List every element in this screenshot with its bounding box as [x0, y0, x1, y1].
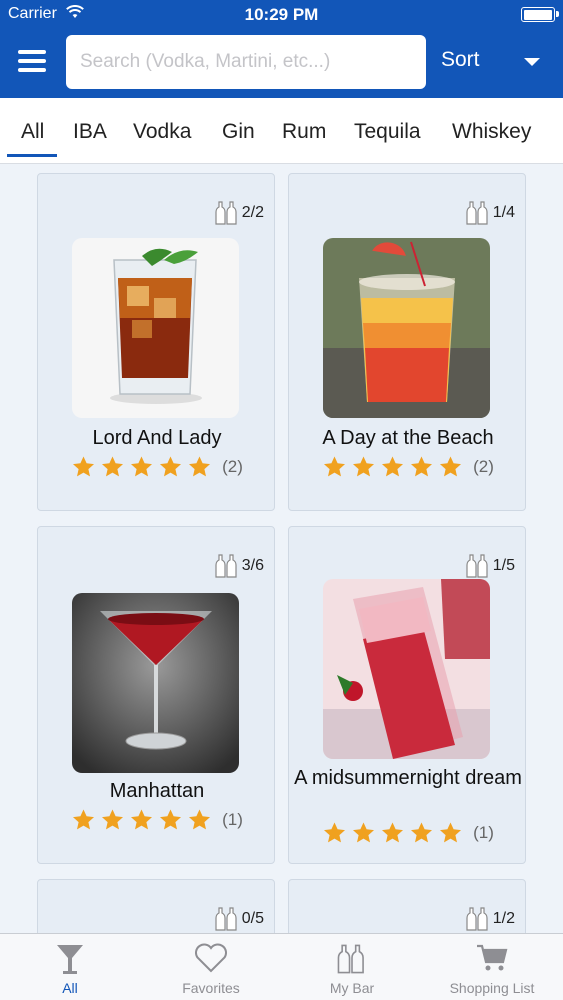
cocktail-name: A Day at the Beach: [322, 427, 494, 449]
category-tabs: All IBA Vodka Gin Rum Tequila Whiskey: [0, 98, 563, 164]
bottles-icon: [466, 553, 490, 579]
bottom-tab-label: My Bar: [329, 980, 375, 996]
bottom-tab-my-bar[interactable]: My Bar: [282, 934, 422, 1000]
ingredient-count: 1/2: [466, 906, 515, 932]
star-icon: [380, 821, 405, 845]
cocktail-name: Lord And Lady: [92, 427, 222, 449]
rating-count: (1): [222, 810, 243, 829]
bottom-tab-label: Shopping List: [449, 980, 535, 996]
star-icon: [129, 455, 154, 479]
bottles-icon: [215, 200, 239, 226]
bottom-tab-favorites[interactable]: Favorites: [141, 934, 281, 1000]
cocktail-name: Manhattan: [109, 780, 205, 802]
search-input[interactable]: [66, 35, 426, 89]
tab-whiskey[interactable]: Whiskey: [452, 120, 531, 144]
cocktail-photo: [323, 579, 490, 759]
cocktail-card[interactable]: 1/5 A midsummernight dream (1): [288, 526, 526, 864]
bottom-tab-all[interactable]: All: [0, 934, 140, 1000]
rating-count: (1): [473, 823, 494, 842]
bottles-icon: [466, 200, 490, 226]
star-rating: (1): [289, 821, 527, 845]
bottles-icon: [215, 906, 239, 932]
battery-icon: [521, 7, 559, 22]
bottles-icon: [215, 553, 239, 579]
active-tab-indicator: [7, 154, 57, 157]
star-rating: (2): [38, 455, 276, 479]
cocktail-card[interactable]: 1/4 A Day at the Beach (2): [288, 173, 526, 511]
heart-icon: [195, 943, 227, 973]
star-icon: [158, 455, 183, 479]
cocktail-card[interactable]: 3/6 Manhattan (1): [37, 526, 275, 864]
star-rating: (1): [38, 808, 276, 832]
cocktail-photo: [72, 238, 239, 418]
star-icon: [438, 821, 463, 845]
cocktail-card[interactable]: 2/2 Lord And Lady (2): [37, 173, 275, 511]
star-icon: [322, 821, 347, 845]
ingredient-count-label: 3/6: [241, 557, 264, 574]
star-icon: [100, 808, 125, 832]
star-icon: [438, 455, 463, 479]
ingredient-count-label: 1/4: [492, 204, 515, 221]
rating-count: (2): [473, 457, 494, 476]
rating-count: (2): [222, 457, 243, 476]
ingredient-count: 0/5: [215, 906, 264, 932]
star-icon: [380, 455, 405, 479]
tab-all[interactable]: All: [21, 120, 44, 144]
chevron-down-icon[interactable]: [524, 58, 540, 66]
menu-icon[interactable]: [18, 50, 48, 74]
ingredient-count: 1/4: [466, 200, 515, 226]
ingredient-count-label: 1/5: [492, 557, 515, 574]
cocktail-photo: [323, 238, 490, 418]
tab-tequila[interactable]: Tequila: [354, 120, 421, 144]
star-icon: [129, 808, 154, 832]
ingredient-count: 2/2: [215, 200, 264, 226]
bottom-tab-shopping-list[interactable]: Shopping List: [422, 934, 562, 1000]
tab-rum[interactable]: Rum: [282, 120, 326, 144]
star-icon: [322, 455, 347, 479]
cocktail-name: A midsummernight dream: [294, 767, 522, 789]
tab-iba[interactable]: IBA: [73, 120, 107, 144]
bottles-icon: [466, 906, 490, 932]
star-icon: [158, 808, 183, 832]
tab-vodka[interactable]: Vodka: [133, 120, 191, 144]
star-rating: (2): [289, 455, 527, 479]
bottom-tab-label: All: [62, 980, 78, 996]
star-icon: [409, 455, 434, 479]
star-icon: [187, 455, 212, 479]
star-icon: [71, 455, 96, 479]
bottom-tab-label: Favorites: [182, 980, 240, 996]
status-bar: Carrier 10:29 PM: [0, 0, 563, 30]
star-icon: [351, 455, 376, 479]
bottom-tab-bar: All Favorites My Bar Shopping List: [0, 933, 563, 1000]
status-time: 10:29 PM: [244, 5, 319, 24]
star-icon: [71, 808, 96, 832]
app-header: Carrier 10:29 PM Sort: [0, 0, 563, 98]
star-icon: [351, 821, 376, 845]
cocktail-photo: [72, 593, 239, 773]
ingredient-count: 3/6: [215, 553, 264, 579]
ingredient-count-label: 2/2: [241, 204, 264, 221]
ingredient-count-label: 0/5: [241, 910, 264, 927]
star-icon: [100, 455, 125, 479]
sort-button[interactable]: Sort: [441, 48, 480, 72]
cocktail-glass-icon: [57, 945, 83, 974]
star-icon: [409, 821, 434, 845]
tab-gin[interactable]: Gin: [222, 120, 255, 144]
cart-icon: [477, 944, 508, 971]
ingredient-count-label: 1/2: [492, 910, 515, 927]
star-icon: [187, 808, 212, 832]
ingredient-count: 1/5: [466, 553, 515, 579]
bottles-icon: [337, 944, 364, 974]
